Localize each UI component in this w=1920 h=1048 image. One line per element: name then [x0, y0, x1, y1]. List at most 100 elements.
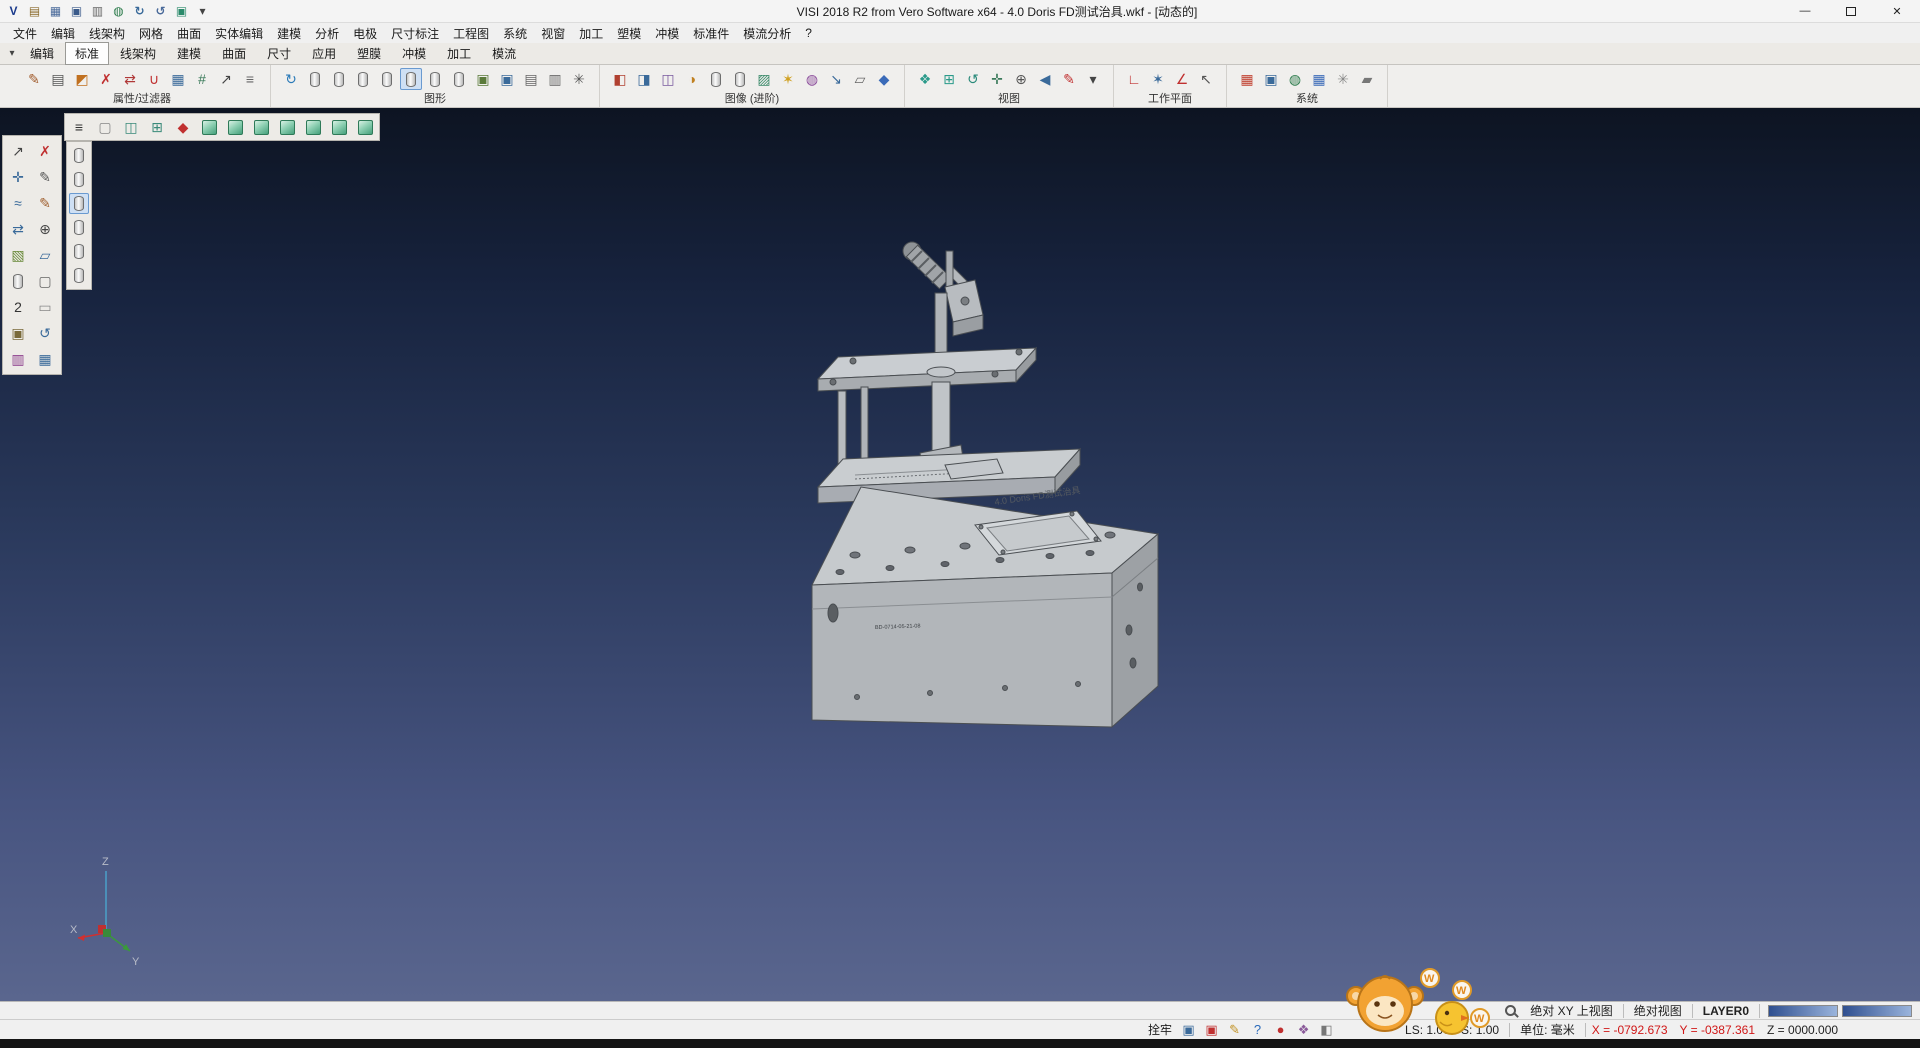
transparency-icon[interactable]: ◍	[801, 68, 823, 90]
menu-item[interactable]: 系统	[496, 23, 534, 44]
workplane-origin-icon[interactable]: ∟	[1123, 68, 1145, 90]
graph-icon[interactable]: ▥	[544, 68, 566, 90]
change-color-icon[interactable]: ◩	[71, 68, 93, 90]
group-box-icon[interactable]: ▣	[472, 68, 494, 90]
surface-icon[interactable]: ▱	[33, 243, 57, 267]
menu-item[interactable]: ?	[798, 24, 819, 42]
menu-item[interactable]: 曲面	[170, 23, 208, 44]
shaded-render-icon[interactable]: ◧	[609, 68, 631, 90]
delete-attribute-icon[interactable]: ✗	[95, 68, 117, 90]
absolute-view-indicator[interactable]: 绝对视图	[1624, 1002, 1692, 1019]
cad-model[interactable]: 4.0 Doris FD测试治具 BD-0714-05-21-08	[795, 235, 1175, 765]
color-grid-icon[interactable]: ▦	[1236, 68, 1258, 90]
layer-cylinder-icon[interactable]	[448, 68, 470, 90]
filter-settings-icon[interactable]: ≡	[239, 68, 261, 90]
menu-item[interactable]: 编辑	[44, 23, 82, 44]
hidden-line-icon[interactable]: ◫	[657, 68, 679, 90]
select-arrow-icon[interactable]: ↗	[6, 139, 30, 163]
filter-cylinder-icon[interactable]	[69, 217, 89, 238]
edit-pencil-icon[interactable]: ✎	[33, 191, 57, 215]
globe-icon[interactable]: ◍	[109, 2, 128, 21]
copy-attribute-icon[interactable]: ⇄	[119, 68, 141, 90]
group-cylinder-icon[interactable]: ▣	[496, 68, 518, 90]
curve-icon[interactable]: ≈	[6, 191, 30, 215]
menu-item[interactable]: 建模	[270, 23, 308, 44]
menu-item[interactable]: 工程图	[446, 23, 496, 44]
globe-settings-icon[interactable]: ◍	[1284, 68, 1306, 90]
view-cube-iso-icon[interactable]	[275, 115, 299, 139]
front-view-icon[interactable]: ⊞	[145, 115, 169, 139]
save-icon[interactable]: ▣	[67, 2, 86, 21]
arrow-select-icon[interactable]: ↘	[825, 68, 847, 90]
sketch-pencil-icon[interactable]: ✎	[33, 165, 57, 189]
menu-item[interactable]: 模流分析	[736, 23, 798, 44]
tab[interactable]: 塑膜	[347, 42, 391, 65]
box-icon[interactable]: ◧	[1318, 1021, 1335, 1038]
measure-icon[interactable]: ⊕	[33, 217, 57, 241]
list-icon[interactable]: ▤	[520, 68, 542, 90]
menu-item[interactable]: 实体编辑	[208, 23, 270, 44]
window-grid-icon[interactable]: ▦	[1308, 68, 1330, 90]
view-list-icon[interactable]: ▾	[1082, 68, 1104, 90]
wireframe-render-icon[interactable]: ◨	[633, 68, 655, 90]
qat-dropdown-icon[interactable]: ▾	[193, 2, 212, 21]
wireframe-toggle-icon[interactable]: ✳	[568, 68, 590, 90]
tab[interactable]: 曲面	[212, 42, 256, 65]
two-label-icon[interactable]: 2	[6, 295, 30, 319]
new-document-icon[interactable]: ▤	[25, 2, 44, 21]
visi-logo[interactable]: V	[4, 2, 23, 21]
active-filter-cylinder-icon[interactable]	[69, 193, 89, 214]
redline-icon[interactable]: ✎	[1058, 68, 1080, 90]
active-layer-cylinder-icon[interactable]	[400, 68, 422, 90]
minimize-button[interactable]: —	[1782, 0, 1828, 22]
maximize-button[interactable]	[1828, 0, 1874, 22]
workplane-angle-icon[interactable]: ∠	[1171, 68, 1193, 90]
axis-view-icon[interactable]: ◆	[171, 115, 195, 139]
open-file-icon[interactable]: ▦	[46, 2, 65, 21]
view-cube-right-icon[interactable]	[249, 115, 273, 139]
layer-cylinder-icon[interactable]	[424, 68, 446, 90]
units-indicator[interactable]: 单位: 毫米	[1510, 1021, 1585, 1038]
gem-view-icon[interactable]: ◆	[873, 68, 895, 90]
redraw-icon[interactable]: ↻	[280, 68, 302, 90]
sparkle-grid-icon[interactable]: ✳	[1332, 68, 1354, 90]
texture-icon[interactable]: ▨	[753, 68, 775, 90]
axes-icon[interactable]: ✛	[6, 165, 30, 189]
pan-view-icon[interactable]: ✛	[986, 68, 1008, 90]
layer-cylinder-icon[interactable]	[304, 68, 326, 90]
view-menu-icon[interactable]: ≡	[67, 115, 91, 139]
dynamic-section-icon[interactable]: ◑	[681, 68, 703, 90]
tab[interactable]: 加工	[437, 42, 481, 65]
undo-icon[interactable]: ↺	[33, 321, 57, 345]
menu-item[interactable]: 电极	[346, 23, 384, 44]
record-icon[interactable]: ●	[1272, 1021, 1289, 1038]
menu-item[interactable]: 视窗	[534, 23, 572, 44]
save-disk-icon[interactable]: ▦	[33, 347, 57, 371]
print-icon[interactable]: ▥	[88, 2, 107, 21]
view-cube-front-icon[interactable]	[223, 115, 247, 139]
tab[interactable]: 建模	[167, 42, 211, 65]
undo-icon[interactable]: ↺	[151, 2, 170, 21]
layer-cylinder-icon[interactable]	[376, 68, 398, 90]
brush-icon[interactable]: ✎	[1226, 1021, 1243, 1038]
move-icon[interactable]: ⇄	[6, 217, 30, 241]
lighting-icon[interactable]: ✶	[777, 68, 799, 90]
workplane-align-icon[interactable]: ↖	[1195, 68, 1217, 90]
help-icon[interactable]: ?	[1249, 1021, 1266, 1038]
magnet-filter-icon[interactable]: ∪	[143, 68, 165, 90]
menu-item[interactable]: 线架构	[82, 23, 132, 44]
zoom-in-icon[interactable]: ⊕	[1010, 68, 1032, 90]
solid-box-icon[interactable]: ▧	[6, 243, 30, 267]
monitor-icon[interactable]: ▣	[1260, 68, 1282, 90]
render-cylinder-icon[interactable]	[705, 68, 727, 90]
attribute-style-icon[interactable]: ✎	[23, 68, 45, 90]
layer-cylinder-icon[interactable]	[328, 68, 350, 90]
view-cube-bottom-icon[interactable]	[353, 115, 377, 139]
tab[interactable]: 线架构	[110, 42, 166, 65]
perspective-grid-icon[interactable]: ▰	[1356, 68, 1378, 90]
plane-icon[interactable]: ▭	[33, 295, 57, 319]
cube-icon[interactable]: ▢	[33, 269, 57, 293]
view-cube-back-icon[interactable]	[301, 115, 325, 139]
refresh-icon[interactable]: ↻	[130, 2, 149, 21]
view-cube-left-icon[interactable]	[327, 115, 351, 139]
